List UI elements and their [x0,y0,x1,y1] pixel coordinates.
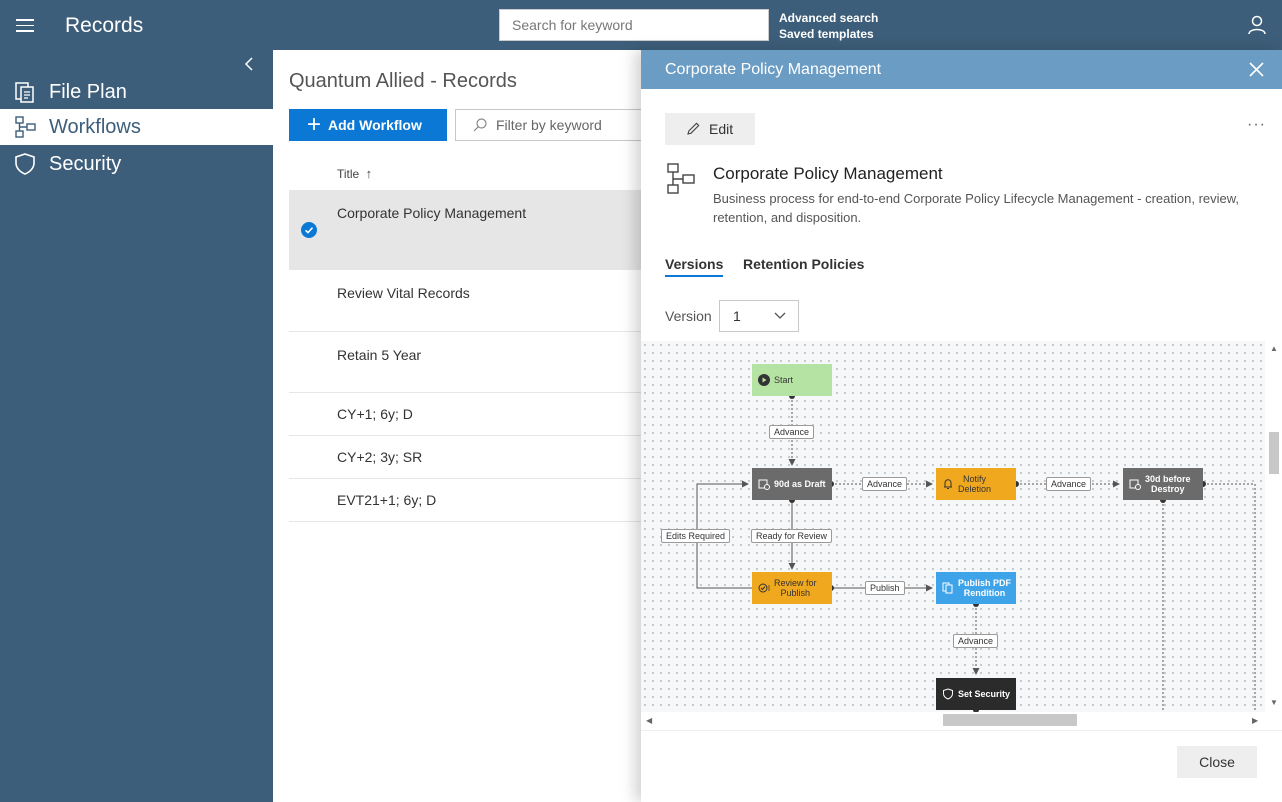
version-select[interactable]: 1 [719,300,799,332]
title-column-header[interactable]: Title ↑ [337,166,372,181]
panel-footer: Close [641,730,1282,802]
tab-versions[interactable]: Versions [665,256,724,277]
add-workflow-button[interactable]: + Add Workflow [289,109,447,141]
calendar-clock-icon [1128,478,1142,490]
saved-templates-link[interactable]: Saved templates [779,26,878,42]
play-icon [757,374,771,386]
vertical-scroll-thumb[interactable] [1269,432,1279,474]
tab-retention-policies[interactable]: Retention Policies [743,256,864,272]
search-icon [473,118,487,132]
sidebar-item-file-plan[interactable]: File Plan [0,74,273,110]
table-row[interactable]: CY+1; 6y; D [289,393,649,436]
table-row[interactable]: Corporate Policy Management [289,190,649,270]
workflow-list-area: Quantum Allied - Records + Add Workflow … [273,50,655,802]
close-icon[interactable] [1248,61,1265,78]
app-title: Records [65,14,144,37]
table-row[interactable]: EVT21+1; 6y; D [289,479,649,522]
workflow-title: Corporate Policy Management [713,164,943,183]
edge-label-ready-for-review: Ready for Review [751,529,833,543]
sidebar-item-security[interactable]: Security [0,146,273,182]
workflow-detail-panel: Corporate Policy Management Edit ··· Cor… [641,50,1282,802]
edge-label-advance: Advance [1046,477,1092,491]
edit-button[interactable]: Edit [665,113,755,145]
checkmark-icon[interactable] [301,222,317,238]
scroll-down-icon[interactable]: ▼ [1270,698,1278,707]
diagram-node-set-security[interactable]: Set Security [936,678,1016,710]
diagram-node-publish-pdf-rendition[interactable]: Publish PDF Rendition [936,572,1016,604]
scroll-left-icon[interactable]: ◀ [646,716,652,725]
hamburger-menu-icon[interactable] [16,19,34,32]
workflow-icon [667,163,695,194]
sidebar: File Plan Workflows Security [0,50,273,802]
panel-title: Corporate Policy Management [665,61,882,78]
diagram-node-review-for-publish[interactable]: Review for Publish [752,572,832,604]
row-title: EVT21+1; 6y; D [337,492,437,508]
version-label: Version [665,308,712,324]
sidebar-item-workflows[interactable]: Workflows [0,109,273,145]
edge-label-edits-required: Edits Required [661,529,731,543]
top-links: Advanced search Saved templates [779,10,878,42]
diagram-node-90d-draft[interactable]: 90d as Draft [752,468,832,500]
search-input[interactable] [499,9,769,41]
chevron-down-icon [774,312,786,319]
page-title: Quantum Allied - Records [289,70,517,92]
edge-label-publish: Publish [865,581,905,595]
edge-label-advance: Advance [769,425,815,439]
diagram-connectors [696,393,1256,712]
close-button[interactable]: Close [1177,746,1257,778]
diagram-node-notify-deletion[interactable]: Notify Deletion [936,468,1016,500]
user-icon[interactable] [1247,15,1267,35]
table-row[interactable]: CY+2; 3y; SR [289,436,649,479]
sidebar-item-label: File Plan [49,80,127,103]
panel-header: Corporate Policy Management [641,50,1282,89]
scroll-up-icon[interactable]: ▲ [1270,344,1278,353]
file-plan-icon [12,79,38,105]
row-title: Review Vital Records [337,285,470,301]
workflow-icon [12,114,38,140]
more-options-icon[interactable]: ··· [1247,116,1266,134]
row-title: CY+1; 6y; D [337,406,413,422]
workflow-diagram-canvas[interactable]: Start 90d as Draft Notify Deletion 30d be… [641,341,1282,730]
plus-icon: + [307,111,322,138]
vertical-scrollbar[interactable]: ▲ ▼ [1265,341,1282,730]
sidebar-item-label: Workflows [49,115,141,138]
shield-icon [941,688,955,700]
workflow-description: Business process for end-to-end Corporat… [713,191,1240,225]
horizontal-scrollbar[interactable]: ◀ ▶ [641,712,1265,730]
row-title: CY+2; 3y; SR [337,449,423,465]
pencil-icon [687,122,700,135]
collapse-sidebar-icon[interactable] [240,54,260,74]
table-row[interactable]: Review Vital Records [289,270,649,332]
diagram-node-30d-before-destroy[interactable]: 30d before Destroy [1123,468,1203,500]
table-row[interactable]: Retain 5 Year [289,332,649,393]
sort-ascending-icon: ↑ [365,166,373,181]
copy-document-icon [941,582,955,594]
filter-input[interactable]: Filter by keyword [455,109,655,141]
horizontal-scroll-thumb[interactable] [943,714,1077,726]
advanced-search-link[interactable]: Advanced search [779,10,878,26]
top-bar: Records Advanced search Saved templates [0,0,1282,50]
sidebar-item-label: Security [49,152,122,175]
diagram-node-start[interactable]: Start [752,364,832,396]
calendar-clock-icon [757,478,771,490]
edge-label-advance: Advance [862,477,908,491]
row-title: Corporate Policy Management [337,205,527,221]
bell-icon [941,478,955,490]
shield-icon [12,151,38,177]
row-title: Retain 5 Year [337,347,422,363]
edge-label-advance: Advance [953,634,999,648]
scroll-right-icon[interactable]: ▶ [1252,716,1258,725]
review-check-icon [757,582,771,594]
